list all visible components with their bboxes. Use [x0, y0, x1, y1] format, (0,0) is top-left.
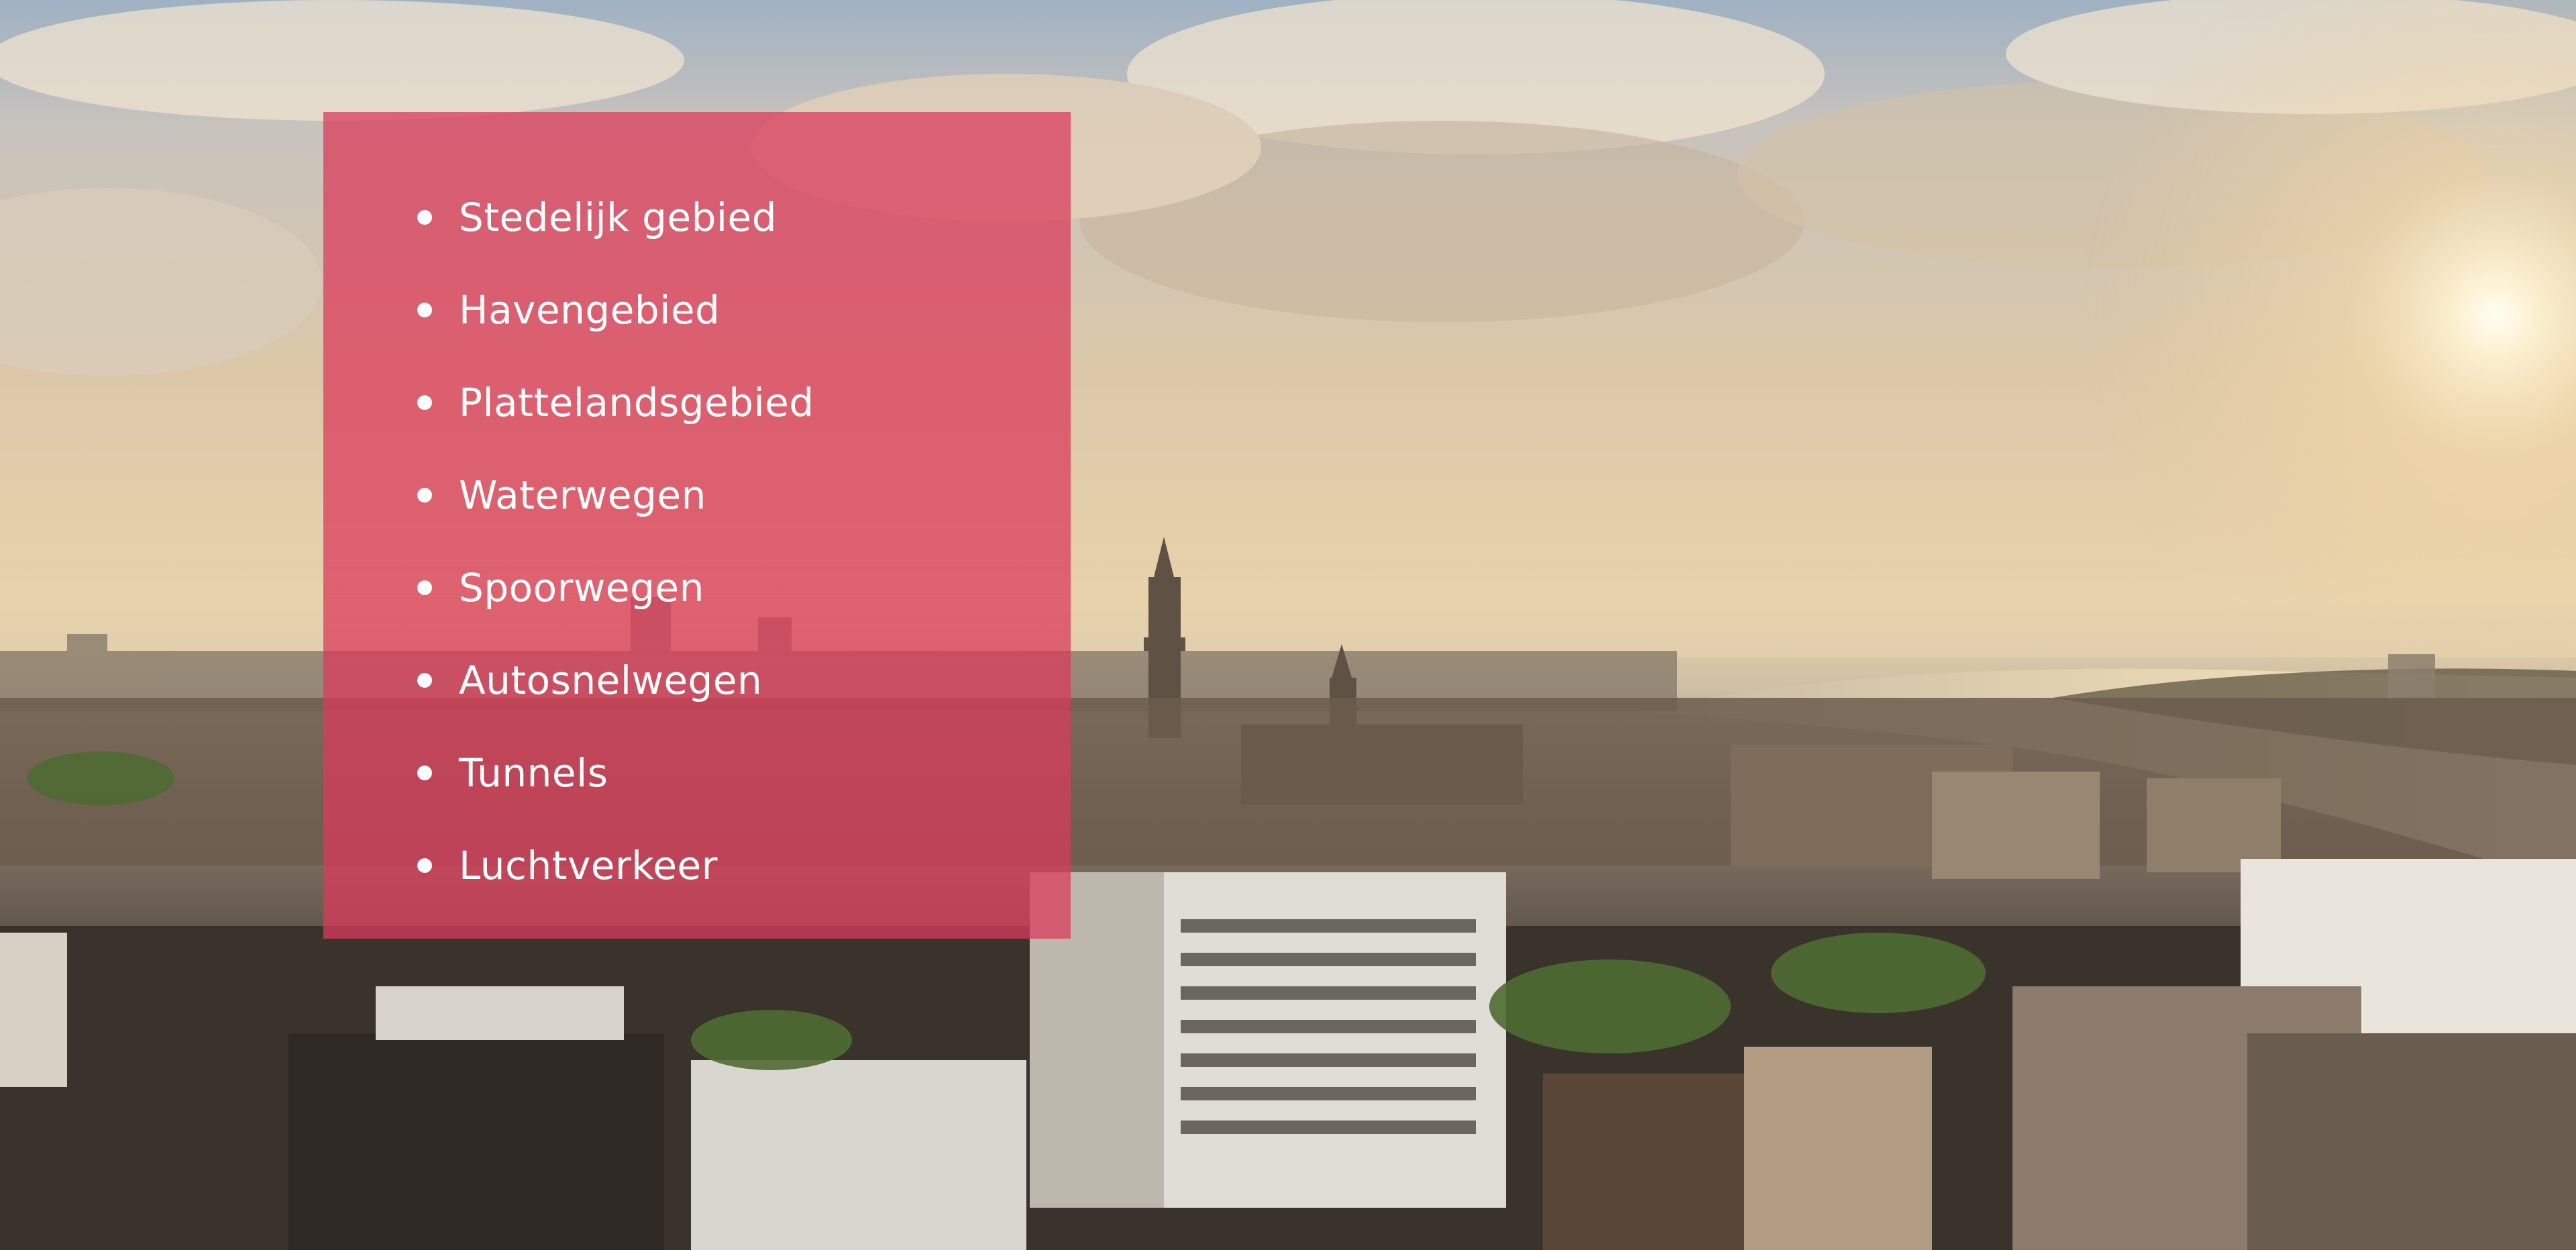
list-item: Spoorwegen	[417, 541, 814, 634]
topic-list-panel: Stedelijk gebied Havengebied Plattelands…	[323, 112, 1071, 939]
bullet-icon	[417, 303, 432, 317]
list-item-label: Waterwegen	[459, 472, 706, 518]
list-item: Tunnels	[417, 727, 814, 819]
list-item-label: Luchtverkeer	[459, 843, 718, 888]
list-item-label: Stedelijk gebied	[459, 195, 777, 240]
bullet-icon	[417, 210, 432, 225]
slide-canvas: Stedelijk gebied Havengebied Plattelands…	[0, 0, 2576, 1250]
bullet-icon	[417, 395, 432, 410]
list-item-label: Plattelandsgebied	[459, 380, 814, 425]
list-item: Stedelijk gebied	[417, 171, 814, 264]
list-item: Havengebied	[417, 264, 814, 356]
list-item: Autosnelwegen	[417, 634, 814, 727]
list-item-label: Havengebied	[459, 287, 720, 333]
list-item-label: Tunnels	[459, 750, 608, 796]
topic-list: Stedelijk gebied Havengebied Plattelands…	[417, 171, 814, 912]
bullet-icon	[417, 580, 432, 595]
list-item: Luchtverkeer	[417, 819, 814, 912]
list-item-label: Autosnelwegen	[459, 658, 763, 703]
list-item-label: Spoorwegen	[459, 565, 704, 611]
bullet-icon	[417, 858, 432, 873]
bullet-icon	[417, 766, 432, 780]
bullet-icon	[417, 488, 432, 503]
list-item: Plattelandsgebied	[417, 356, 814, 449]
list-item: Waterwegen	[417, 449, 814, 541]
bullet-icon	[417, 673, 432, 688]
